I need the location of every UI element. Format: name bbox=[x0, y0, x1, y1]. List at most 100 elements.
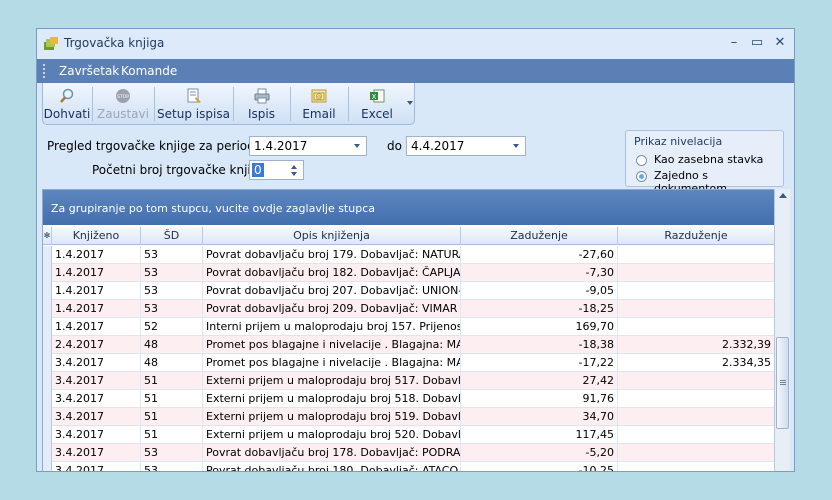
start-number-stepper[interactable]: 0 bbox=[249, 160, 304, 180]
toolbar-overflow-icon[interactable] bbox=[406, 99, 414, 107]
date-to-dropdown[interactable]: 4.4.2017 bbox=[406, 136, 526, 156]
zaustavi-button[interactable]: STOP Zaustavi bbox=[93, 83, 153, 124]
table-row[interactable]: 3.4.2017 48 Promet pos blagajne i nivelaci… bbox=[43, 354, 774, 372]
col-header-sd[interactable]: ŠD bbox=[141, 227, 203, 245]
cell-zaduzenje: 169,70 bbox=[461, 318, 618, 336]
cell-knjizeno: 1.4.2017 bbox=[52, 300, 141, 318]
spin-down-icon[interactable] bbox=[291, 172, 297, 176]
cell-knjizeno: 3.4.2017 bbox=[52, 462, 141, 471]
ispis-button[interactable]: Ispis bbox=[234, 83, 289, 124]
cell-sd: 53 bbox=[141, 462, 203, 471]
cell-opis: Povrat dobavljaču broj 207. Dobavljač: U… bbox=[203, 282, 461, 300]
spin-up-icon[interactable] bbox=[291, 165, 297, 169]
table-row[interactable]: 1.4.2017 53 Povrat dobavljaču broj 209. Do… bbox=[43, 300, 774, 318]
row-selector[interactable] bbox=[43, 372, 52, 390]
cell-sd: 52 bbox=[141, 318, 203, 336]
row-selector[interactable] bbox=[43, 426, 52, 444]
excel-button[interactable]: X Excel bbox=[349, 83, 405, 124]
svg-text:@: @ bbox=[316, 93, 323, 101]
table-row[interactable]: 3.4.2017 51 Externi prijem u maloprodaju b… bbox=[43, 426, 774, 444]
ledger-grid: Za grupiranje po tom stupcu, vucite ovdj… bbox=[42, 189, 775, 471]
cell-razduzenje bbox=[618, 462, 774, 471]
col-header-knjizeno[interactable]: Knjiženo bbox=[52, 227, 141, 245]
cell-zaduzenje: -18,38 bbox=[461, 336, 618, 354]
dohvati-button[interactable]: Dohvati bbox=[43, 83, 91, 124]
date-from-dropdown[interactable]: 1.4.2017 bbox=[249, 136, 367, 156]
display-options-group: Prikaz nivelacija Kao zasebna stavka Zaj… bbox=[625, 130, 784, 195]
menu-grip-icon[interactable] bbox=[43, 64, 46, 78]
row-selector[interactable] bbox=[43, 264, 52, 282]
row-selector[interactable] bbox=[43, 336, 52, 354]
radio-separate-item[interactable] bbox=[636, 155, 647, 166]
period-label: Pregled trgovačke knjige za period od bbox=[47, 139, 274, 153]
cell-zaduzenje: -10,25 bbox=[461, 462, 618, 471]
maximize-icon[interactable]: ▭ bbox=[747, 34, 767, 52]
cell-razduzenje: 2.332,39 bbox=[618, 336, 774, 354]
scroll-up-icon[interactable] bbox=[779, 193, 787, 198]
group-by-panel[interactable]: Za grupiranje po tom stupcu, vucite ovdj… bbox=[43, 190, 774, 225]
table-row[interactable]: 1.4.2017 53 Povrat dobavljaču broj 182. Do… bbox=[43, 264, 774, 282]
cell-sd: 53 bbox=[141, 264, 203, 282]
cell-knjizeno: 1.4.2017 bbox=[52, 318, 141, 336]
row-selector[interactable] bbox=[43, 354, 52, 372]
close-icon[interactable]: ✕ bbox=[770, 34, 790, 52]
cell-sd: 51 bbox=[141, 426, 203, 444]
minimize-icon[interactable]: – bbox=[724, 34, 744, 52]
table-row[interactable]: 1.4.2017 52 Interni prijem u maloprodaju b… bbox=[43, 318, 774, 336]
cell-zaduzenje: 34,70 bbox=[461, 408, 618, 426]
menu-zavrsetak[interactable]: Završetak bbox=[59, 64, 119, 78]
table-row[interactable]: 2.4.2017 48 Promet pos blagajne i nivelaci… bbox=[43, 336, 774, 354]
cell-knjizeno: 3.4.2017 bbox=[52, 354, 141, 372]
col-header-zaduzenje[interactable]: Zaduženje bbox=[461, 227, 618, 245]
row-selector[interactable] bbox=[43, 318, 52, 336]
table-row[interactable]: 3.4.2017 53 Povrat dobavljaču broj 178. Do… bbox=[43, 444, 774, 462]
cell-razduzenje bbox=[618, 318, 774, 336]
title-bar[interactable]: Trgovačka knjiga – ▭ ✕ bbox=[37, 29, 794, 59]
setup-ispisa-button[interactable]: Setup ispisa bbox=[155, 83, 232, 124]
radio-with-document[interactable] bbox=[636, 171, 647, 182]
cell-opis: Promet pos blagajne i nivelacije . Blaga… bbox=[203, 354, 461, 372]
row-selector[interactable] bbox=[43, 408, 52, 426]
row-selector[interactable] bbox=[43, 444, 52, 462]
cell-razduzenje: 2.334,35 bbox=[618, 354, 774, 372]
cell-opis: Povrat dobavljaču broj 179. Dobavljač: N… bbox=[203, 246, 461, 264]
row-selector[interactable] bbox=[43, 282, 52, 300]
cell-razduzenje bbox=[618, 282, 774, 300]
chevron-down-icon bbox=[354, 144, 360, 148]
cell-opis: Povrat dobavljaču broj 178. Dobavljač: P… bbox=[203, 444, 461, 462]
table-row[interactable]: 3.4.2017 53 Povrat dobavljaču broj 180. Do… bbox=[43, 462, 774, 471]
row-selector[interactable] bbox=[43, 462, 52, 471]
date-from-value: 1.4.2017 bbox=[254, 139, 308, 153]
row-selector-header[interactable]: ✻ bbox=[43, 227, 52, 245]
table-row[interactable]: 3.4.2017 51 Externi prijem u maloprodaju b… bbox=[43, 372, 774, 390]
main-window: Trgovačka knjiga – ▭ ✕ Završetak Komande… bbox=[36, 28, 795, 472]
table-row[interactable]: 1.4.2017 53 Povrat dobavljaču broj 179. Do… bbox=[43, 246, 774, 264]
table-row[interactable]: 3.4.2017 51 Externi prijem u maloprodaju b… bbox=[43, 390, 774, 408]
col-header-opis[interactable]: Opis knjiženja bbox=[203, 227, 461, 245]
cell-opis: Povrat dobavljaču broj 180. Dobavljač: A… bbox=[203, 462, 461, 471]
cell-knjizeno: 1.4.2017 bbox=[52, 282, 141, 300]
cell-razduzenje bbox=[618, 300, 774, 318]
row-selector[interactable] bbox=[43, 246, 52, 264]
row-selector[interactable] bbox=[43, 300, 52, 318]
chevron-down-icon bbox=[513, 144, 519, 148]
cell-sd: 53 bbox=[141, 246, 203, 264]
cell-sd: 48 bbox=[141, 354, 203, 372]
excel-label: Excel bbox=[361, 107, 393, 121]
table-row[interactable]: 1.4.2017 53 Povrat dobavljaču broj 207. Do… bbox=[43, 282, 774, 300]
scroll-thumb[interactable] bbox=[776, 337, 789, 429]
cell-zaduzenje: -5,20 bbox=[461, 444, 618, 462]
row-selector[interactable] bbox=[43, 390, 52, 408]
cell-knjizeno: 3.4.2017 bbox=[52, 444, 141, 462]
grid-vertical-scrollbar[interactable] bbox=[774, 189, 790, 471]
cell-zaduzenje: -7,30 bbox=[461, 264, 618, 282]
menu-komande[interactable]: Komande bbox=[121, 64, 177, 78]
email-button[interactable]: @ Email bbox=[291, 83, 347, 124]
setup-ispisa-label: Setup ispisa bbox=[157, 107, 230, 121]
to-label: do bbox=[387, 139, 402, 153]
table-row[interactable]: 3.4.2017 51 Externi prijem u maloprodaju b… bbox=[43, 408, 774, 426]
dohvati-label: Dohvati bbox=[43, 107, 91, 121]
col-header-razduzenje[interactable]: Razduženje bbox=[618, 227, 774, 245]
search-icon bbox=[60, 88, 74, 103]
radio-separate-item-label: Kao zasebna stavka bbox=[654, 153, 764, 166]
